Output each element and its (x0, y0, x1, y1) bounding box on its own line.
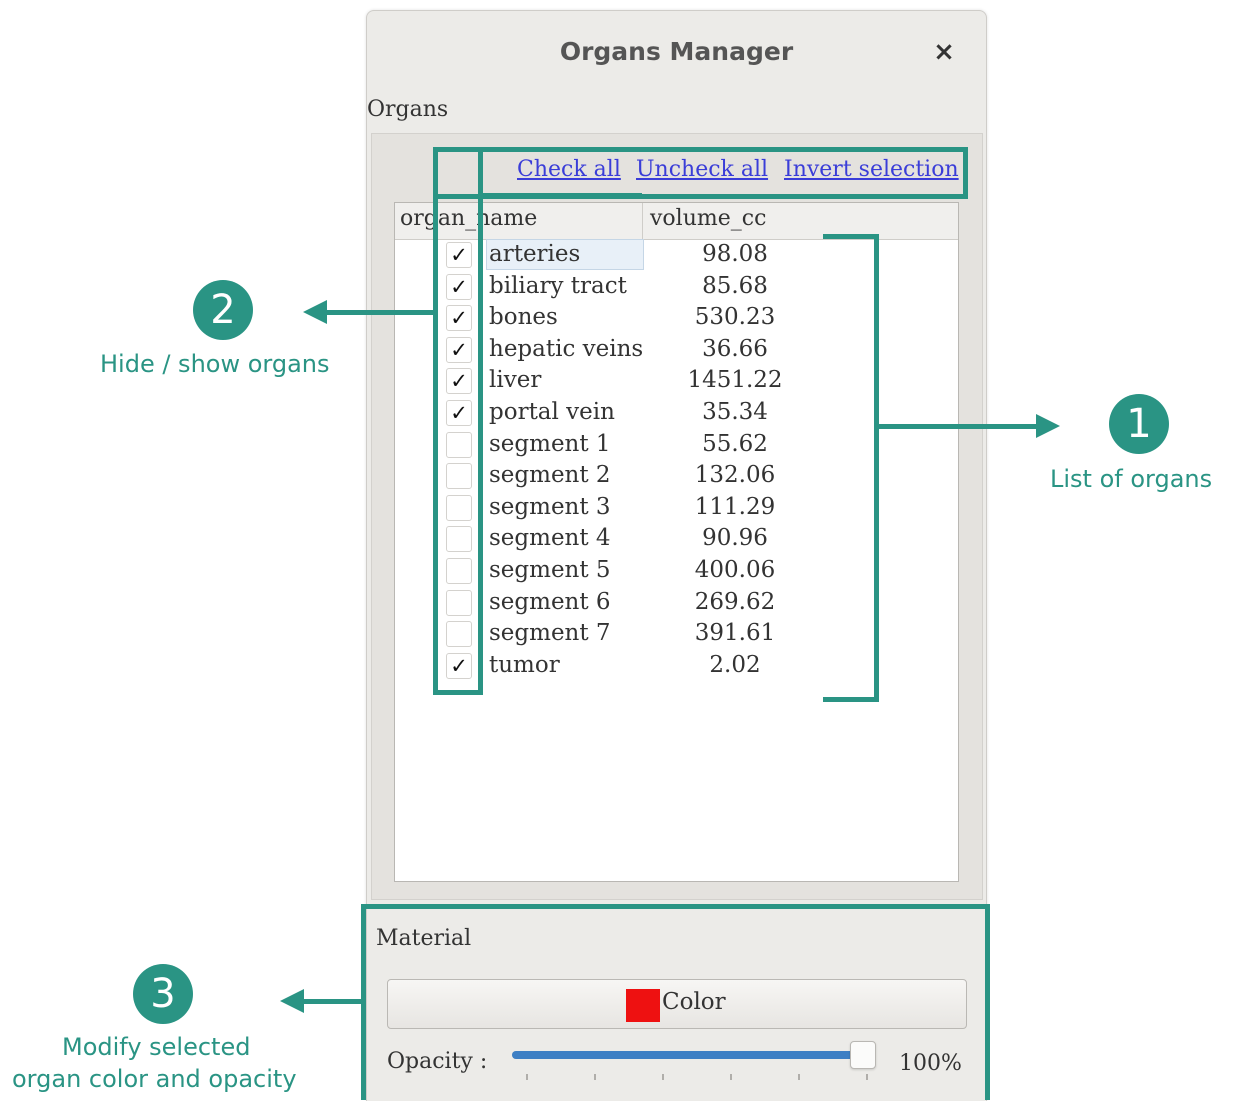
organ-volume-cell: 269.62 (694, 588, 776, 615)
organ-volume-cell: 55.62 (702, 430, 768, 457)
organ-name-cell: arteries (486, 239, 644, 270)
organs-group-label: Organs (367, 97, 449, 122)
organ-volume-cell: 530.23 (694, 304, 776, 331)
arrow-left-icon (303, 300, 327, 324)
organ-volume-cell: 111.29 (694, 493, 776, 520)
annotation-hide-show-organs: Hide / show organs (100, 350, 330, 378)
organ-volume-cell: 2.02 (709, 651, 761, 678)
annotation-list-of-organs: List of organs (1050, 465, 1213, 493)
organ-name-cell: segment 1 (489, 430, 611, 457)
title-bar: Organs Manager × (367, 11, 986, 89)
organ-name-cell: bones (489, 304, 558, 331)
arrow-line (302, 999, 362, 1004)
arrow-left-icon (280, 989, 304, 1013)
annotation-modify-line-2: organ color and opacity (12, 1065, 297, 1093)
organ-name-cell: segment 7 (489, 620, 611, 647)
arrow-line (879, 424, 1039, 429)
organ-name-cell: segment 5 (489, 557, 611, 583)
highlight-material (361, 904, 990, 1100)
column-header-volume[interactable]: volume_cc (650, 206, 766, 231)
organ-name-cell: segment 4 (489, 525, 611, 552)
column-separator (642, 203, 643, 239)
organ-volume-cell: 132.06 (694, 462, 776, 489)
annotation-modify-line-1: Modify selected (62, 1033, 251, 1061)
organ-volume-cell: 36.66 (702, 335, 768, 362)
annotation-badge-3: 3 (133, 964, 193, 1024)
close-icon[interactable]: × (929, 37, 959, 67)
dialog-title: Organs Manager (559, 37, 794, 66)
arrow-line (325, 310, 435, 315)
annotation-badge-1: 1 (1109, 394, 1169, 454)
organ-name-cell: segment 6 (489, 588, 611, 615)
organ-volume-cell: 35.34 (702, 399, 768, 425)
highlight-connector (478, 193, 642, 198)
organ-name-cell: biliary tract (489, 272, 627, 299)
organ-name-cell: hepatic veins (489, 335, 644, 362)
organ-name-cell: portal vein (489, 399, 615, 425)
organ-name-cell: liver (489, 367, 542, 394)
organ-name-cell: tumor (489, 651, 560, 678)
organ-volume-cell: 400.06 (694, 557, 776, 583)
bracket-segment (823, 697, 879, 702)
organ-volume-cell: 391.61 (694, 620, 776, 647)
highlight-checkbox-column (433, 147, 483, 695)
organ-name-cell: segment 3 (489, 493, 611, 520)
organ-volume-cell: 1451.22 (687, 367, 783, 394)
highlight-links (433, 147, 968, 199)
organ-volume-cell: 85.68 (702, 272, 768, 299)
bracket-segment (874, 234, 879, 702)
arrow-right-icon (1036, 414, 1060, 438)
organ-volume-cell: 98.08 (702, 241, 768, 267)
organ-volume-cell: 90.96 (702, 525, 768, 552)
annotation-badge-2: 2 (193, 280, 253, 340)
organ-name-cell: segment 2 (489, 462, 611, 489)
bracket-segment (823, 234, 879, 239)
